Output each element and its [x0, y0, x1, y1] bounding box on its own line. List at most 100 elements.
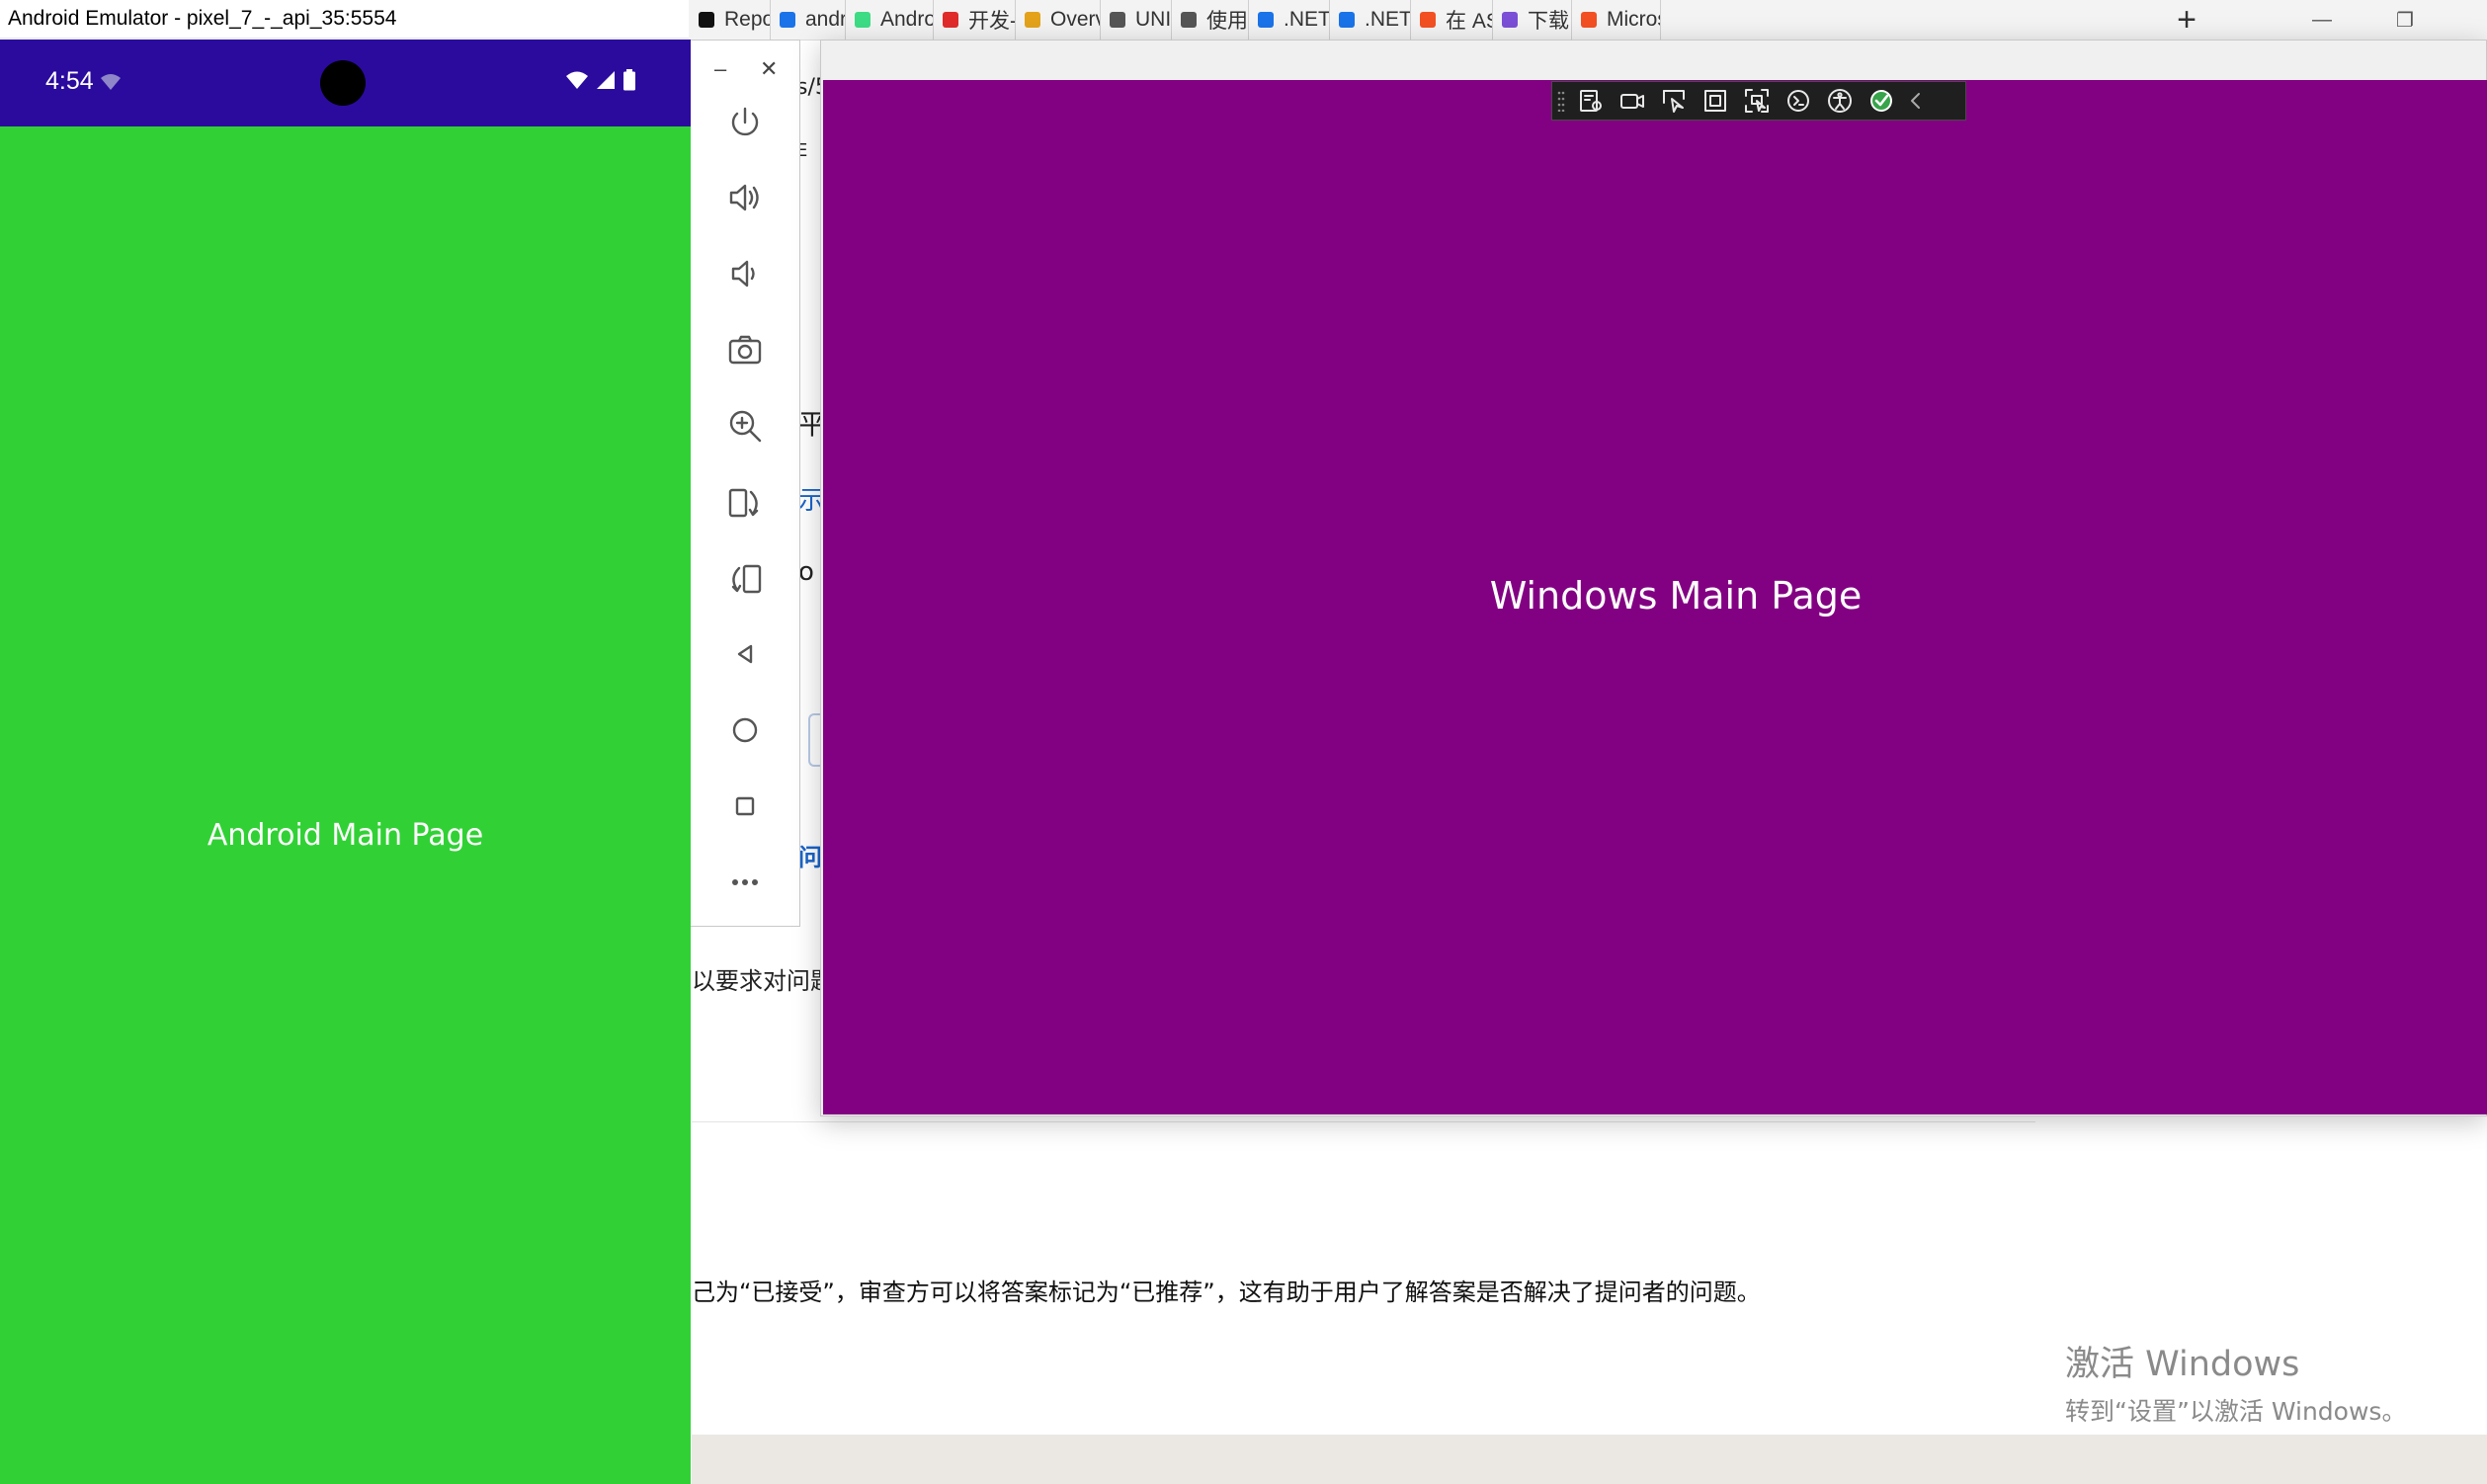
power-button[interactable]: [720, 98, 770, 147]
activate-windows-watermark: 激活 Windows 转到“设置”以激活 Windows。: [2065, 1336, 2406, 1428]
page-question-fragment: 以要求对问题: [692, 967, 834, 995]
back-icon: [737, 644, 753, 664]
toolbar-minimize-button[interactable]: –: [714, 56, 726, 82]
select-element-icon: [1663, 90, 1685, 113]
android-icon: [853, 10, 872, 30]
volume-down-button[interactable]: [720, 249, 770, 298]
watermark-subtitle: 转到“设置”以激活 Windows。: [2065, 1397, 2407, 1426]
search-icon: [1256, 10, 1276, 30]
browser-tab[interactable]: 下载 .N: [1492, 0, 1572, 40]
toolbar-grip-icon[interactable]: [1552, 82, 1570, 120]
browser-tab[interactable]: .NET n: [1248, 0, 1330, 40]
status-ok-button[interactable]: [1861, 82, 1902, 120]
browser-tab[interactable]: 使用 U: [1171, 0, 1249, 40]
browser-tab[interactable]: Micros: [1571, 0, 1661, 40]
emulator-toolbar: – ✕: [691, 40, 800, 927]
browser-tab[interactable]: 开发-H: [933, 0, 1016, 40]
browser-tab-label: androic: [805, 8, 845, 31]
browser-bottom-band: [692, 1435, 2487, 1484]
browser-tab[interactable]: Overvi: [1015, 0, 1101, 40]
battery-icon: [623, 69, 635, 91]
more-icon: [732, 879, 758, 885]
browser-tab-label: .NET n: [1365, 8, 1411, 31]
browser-tab-label: .NET n: [1284, 8, 1330, 31]
hot-reload-icon: [1787, 90, 1809, 112]
github-icon: [697, 10, 716, 30]
watermark-title: 激活 Windows: [2065, 1345, 2300, 1384]
home-button[interactable]: [720, 705, 770, 755]
browser-tab[interactable]: Androi: [845, 0, 934, 40]
more-button[interactable]: [720, 858, 770, 907]
browser-tab[interactable]: Reposit: [689, 0, 771, 40]
browser-tab-label: Reposit: [724, 8, 770, 31]
browser-tab-label: Overvi: [1050, 8, 1100, 31]
toolbar-close-button[interactable]: ✕: [760, 56, 778, 82]
windows-app-window: Windows Main Page: [820, 40, 2487, 1116]
browser-tab[interactable]: androic: [770, 0, 846, 40]
new-tab-button[interactable]: +: [2169, 1, 2204, 39]
android-main-page-label: Android Main Page: [207, 818, 484, 853]
microsoft-icon: [1418, 10, 1438, 30]
check-circle-icon: [1870, 90, 1892, 112]
browser-tab-label: UNIGIt: [1135, 8, 1172, 31]
android-status-bar: 4:54: [0, 40, 691, 126]
screenshot-button[interactable]: [720, 325, 770, 374]
microsoft-icon: [1579, 10, 1599, 30]
network-icon: [1337, 10, 1357, 30]
live-visual-tree-button[interactable]: [1570, 82, 1612, 120]
adorner-icon: [1704, 90, 1726, 112]
rotate-right-button[interactable]: [720, 477, 770, 527]
collapse-toolbar-button[interactable]: [1902, 82, 1930, 120]
select-element-button[interactable]: [1653, 82, 1695, 120]
track-focus-icon: [1745, 89, 1769, 113]
signal-icon: [597, 71, 615, 89]
search-icon: [778, 10, 797, 30]
home-icon: [732, 717, 758, 743]
xaml-debug-toolbar: [1551, 81, 1966, 121]
video-camera-icon: [1620, 94, 1644, 109]
hot-reload-button[interactable]: [1778, 82, 1819, 120]
track-focus-button[interactable]: [1736, 82, 1778, 120]
back-button[interactable]: [720, 629, 770, 679]
browser-restore-button[interactable]: ❐: [2385, 6, 2425, 34]
display-adorners-button[interactable]: [1695, 82, 1736, 120]
android-app-screen[interactable]: Android Main Page: [0, 126, 691, 1484]
toolbar-window-controls: – ✕: [691, 52, 800, 92]
volume-up-icon: [729, 184, 759, 211]
dotnet-icon: [1500, 10, 1520, 30]
rotate-right-icon: [728, 488, 759, 518]
browser-tab[interactable]: .NET n: [1329, 0, 1411, 40]
wifi-icon: [566, 71, 588, 89]
grid-icon: [1023, 10, 1042, 30]
emulator-window-title: Android Emulator - pixel_7_-_api_35:5554: [8, 7, 397, 30]
record-button[interactable]: [1612, 82, 1653, 120]
browser-minimize-button[interactable]: —: [2302, 6, 2342, 34]
status-time: 4:54: [45, 67, 94, 95]
emulator-title-bar: Android Emulator - pixel_7_-_api_35:5554: [0, 0, 689, 39]
camera-icon: [728, 335, 762, 365]
browser-tab-label: 开发-H: [968, 10, 1015, 33]
status-icons: [565, 69, 636, 91]
browser-tab-label: Micros: [1607, 8, 1660, 31]
browser-tab-label: Androi: [880, 8, 933, 31]
page-fragment: o: [798, 557, 814, 587]
volume-down-icon: [731, 260, 755, 288]
rotate-left-button[interactable]: [720, 553, 770, 603]
browser-tab-label: 在 ASP: [1446, 10, 1492, 33]
volume-up-button[interactable]: [720, 173, 770, 222]
accessibility-button[interactable]: [1819, 82, 1861, 120]
browser-tab-label: 使用 U: [1206, 10, 1248, 33]
accessibility-icon: [1828, 89, 1852, 113]
browser-tab[interactable]: 在 ASP: [1410, 0, 1493, 40]
app-icon: [1179, 10, 1199, 30]
rotate-left-icon: [731, 564, 762, 594]
overview-button[interactable]: [720, 782, 770, 831]
power-icon: [731, 107, 759, 136]
overview-icon: [735, 796, 755, 816]
zoom-icon: [729, 410, 762, 443]
page-answer-sentence: 己为“已接受”，审查方可以将答案标记为“已推荐”，这有助于用户了解答案是否解决了…: [692, 1278, 1761, 1306]
huawei-icon: [941, 10, 960, 30]
browser-tab[interactable]: UNIGIt: [1100, 0, 1172, 40]
content-divider: [692, 1121, 2035, 1122]
zoom-button[interactable]: [720, 401, 770, 451]
